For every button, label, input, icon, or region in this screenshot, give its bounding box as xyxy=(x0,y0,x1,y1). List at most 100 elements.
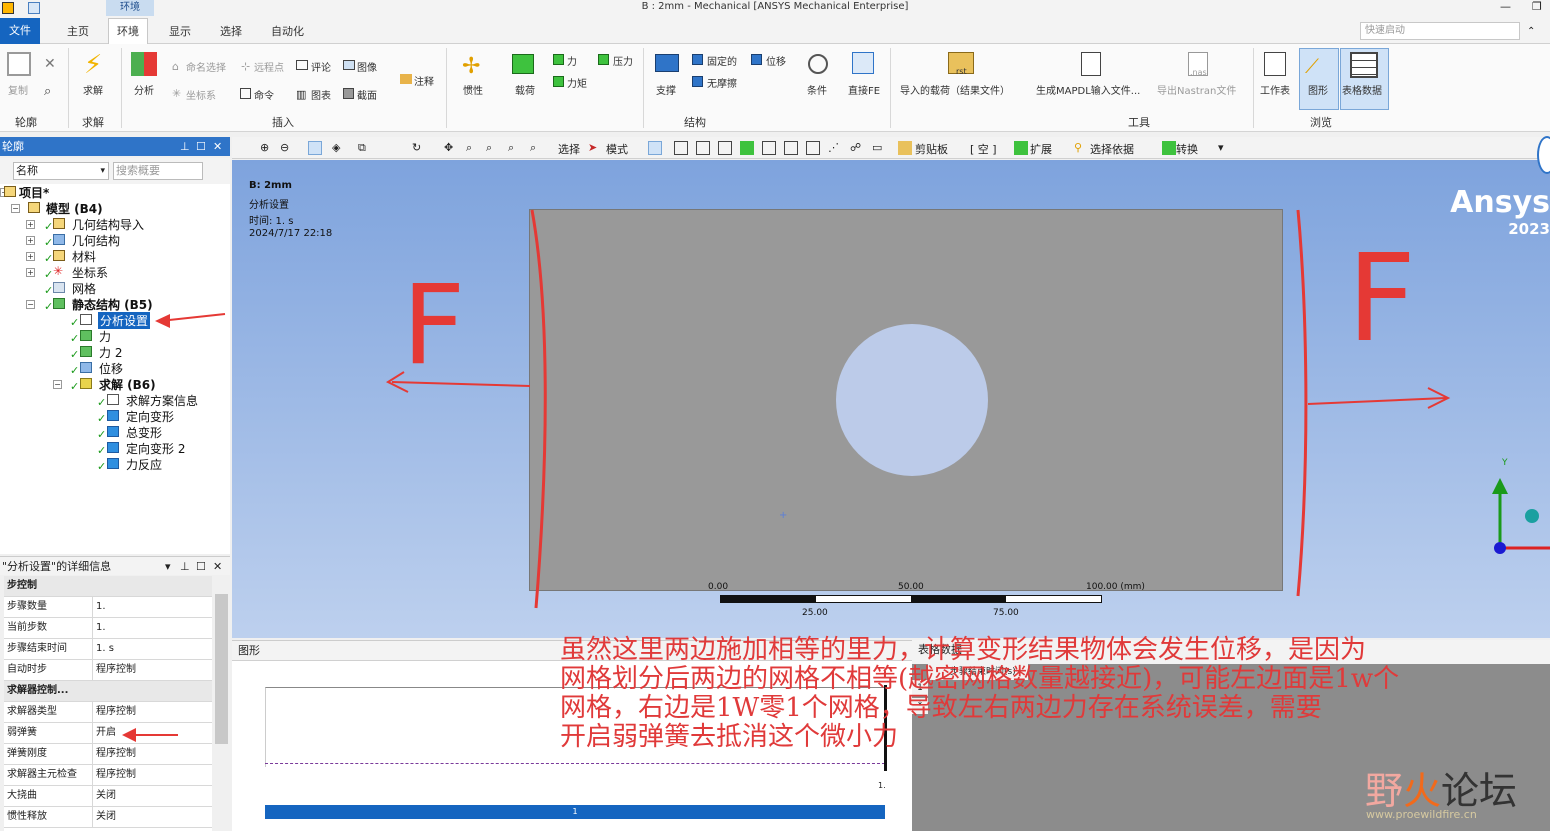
select-body-icon[interactable] xyxy=(718,141,732,155)
select-node-icon[interactable] xyxy=(740,141,754,155)
filter-select[interactable]: 名称 ▾ xyxy=(13,162,109,180)
details-value[interactable]: 程序控制 xyxy=(92,660,136,680)
timeline-bar[interactable]: 1 xyxy=(265,805,885,819)
save-icon[interactable] xyxy=(28,2,40,14)
chart-button[interactable]: 图表 xyxy=(311,87,331,102)
details-row[interactable]: 弹簧刚度 程序控制 xyxy=(4,744,212,765)
cube-icon[interactable] xyxy=(308,141,322,155)
details-scrollbar[interactable] xyxy=(213,576,230,831)
close-icon[interactable]: ✕ xyxy=(44,56,56,72)
pin-icon[interactable]: ⊥ xyxy=(180,137,190,156)
loads-button[interactable]: 载荷 xyxy=(515,82,535,97)
details-row[interactable]: 当前步数 1. xyxy=(4,618,212,639)
magnifier-icon[interactable]: ⌕ xyxy=(530,141,544,155)
tabular-data-button[interactable]: 表格数据 xyxy=(1342,82,1382,97)
viewport-side-button[interactable] xyxy=(1537,136,1550,174)
analysis-button[interactable]: 分析 xyxy=(134,82,154,97)
export-nastran-button[interactable]: 导出Nastran文件 xyxy=(1157,82,1236,97)
graphics-viewport[interactable]: B: 2mm 分析设置 时间: 1. s 2024/7/17 22:18 Ans… xyxy=(232,160,1550,638)
minimize-icon[interactable]: — xyxy=(1500,0,1511,13)
details-value[interactable]: 程序控制 xyxy=(92,744,136,764)
select-face-icon[interactable] xyxy=(696,141,710,155)
solve-button[interactable]: 求解 xyxy=(83,82,103,97)
clipboard-button[interactable]: 剪贴板 xyxy=(915,141,948,157)
convert-dropdown[interactable]: 转换 xyxy=(1176,141,1198,157)
details-row[interactable]: 求解器主元检查 程序控制 xyxy=(4,765,212,786)
details-row[interactable]: 大挠曲 关闭 xyxy=(4,786,212,807)
inertial-icon[interactable]: ✢ xyxy=(462,54,480,79)
zoom-in-icon[interactable]: ⌕ xyxy=(466,141,480,155)
loads-icon[interactable] xyxy=(512,54,534,74)
chevron-up-icon[interactable]: ⌃ xyxy=(1527,26,1535,37)
iso-icon[interactable]: ◈ xyxy=(332,141,346,155)
direct-fe-button[interactable]: 直接FE xyxy=(848,82,880,97)
details-value[interactable]: 1. xyxy=(92,597,106,617)
mapdl-icon[interactable] xyxy=(1081,52,1101,76)
details-row[interactable]: 惯性释放 关闭 xyxy=(4,807,212,828)
mode-dropdown[interactable]: 模式 xyxy=(606,141,628,157)
annotation-button[interactable]: 注释 xyxy=(414,73,434,88)
restore-icon[interactable]: ❐ xyxy=(1532,0,1542,13)
details-value[interactable]: 1. s xyxy=(92,639,114,659)
details-row[interactable]: 步骤数量 1. xyxy=(4,597,212,618)
details-value[interactable]: 程序控制 xyxy=(92,765,136,785)
search-icon[interactable]: ⌕ xyxy=(44,84,51,99)
pan-icon[interactable]: ✥ xyxy=(444,141,458,155)
select-button[interactable]: 选择 xyxy=(558,141,580,157)
label-icon[interactable]: ▭ xyxy=(872,141,886,155)
pointer-icon[interactable]: ➤ xyxy=(588,141,602,155)
supports-button[interactable]: 支撑 xyxy=(656,82,676,97)
details-value[interactable]: 关闭 xyxy=(92,807,116,827)
tab-file[interactable]: 文件 xyxy=(0,18,40,44)
details-row[interactable]: 求解器类型 程序控制 xyxy=(4,702,212,723)
displacement-button[interactable]: 位移 xyxy=(766,53,786,68)
extend-dropdown[interactable]: 扩展 xyxy=(1030,141,1052,157)
tab-selection[interactable]: 选择 xyxy=(220,23,242,39)
comment-button[interactable]: 评论 xyxy=(311,59,331,74)
select-element-face-icon[interactable] xyxy=(762,141,776,155)
details-value[interactable]: 关闭 xyxy=(92,786,116,806)
analysis-icon[interactable] xyxy=(131,52,157,76)
select-mesh-icon[interactable] xyxy=(806,141,820,155)
details-row[interactable]: 步骤结束时间 1. s xyxy=(4,639,212,660)
fit-icon[interactable]: ⧉ xyxy=(358,141,372,155)
more-icon[interactable]: ▾ xyxy=(1218,141,1224,154)
tab-home[interactable]: 主页 xyxy=(67,23,89,39)
image-button[interactable]: 图像 xyxy=(357,59,377,74)
direct-fe-icon[interactable] xyxy=(852,52,874,74)
graph-button[interactable]: 图形 xyxy=(1308,82,1328,97)
zoom-fit-icon[interactable]: ⊕ xyxy=(260,141,274,155)
chevron-down-icon[interactable]: ▾ xyxy=(165,557,171,576)
inertial-button[interactable]: 惯性 xyxy=(463,82,483,97)
select-edge-icon[interactable] xyxy=(674,141,688,155)
tab-automation[interactable]: 自动化 xyxy=(271,23,304,39)
maximize-icon[interactable]: ☐ xyxy=(196,137,206,156)
tab-display[interactable]: 显示 xyxy=(169,23,191,39)
select-element-icon[interactable] xyxy=(784,141,798,155)
zoom-box-icon[interactable]: ⌕ xyxy=(486,141,500,155)
details-category-row[interactable]: 步控制 xyxy=(4,576,212,597)
zoom-fit-all-icon[interactable]: ⌕ xyxy=(508,141,522,155)
copy-button[interactable]: 复制 xyxy=(8,82,28,97)
pin-icon[interactable]: ⊥ xyxy=(180,557,190,576)
details-row[interactable]: 自动时步 程序控制 xyxy=(4,660,212,681)
visibility-icon[interactable]: ☍ xyxy=(850,141,864,155)
quick-launch-input[interactable]: 快速启动 xyxy=(1360,22,1520,40)
worksheet-icon[interactable] xyxy=(1264,52,1286,76)
worksheet-button[interactable]: 工作表 xyxy=(1260,82,1290,97)
select-vertex-icon[interactable] xyxy=(648,141,662,155)
command-button[interactable]: 命令 xyxy=(254,87,274,102)
force-button[interactable]: 力 xyxy=(567,53,577,68)
maximize-icon[interactable]: ☐ xyxy=(196,557,206,576)
conditions-button[interactable]: 条件 xyxy=(807,82,827,97)
supports-icon[interactable] xyxy=(655,54,679,72)
lightning-icon[interactable]: ⚡ xyxy=(84,50,102,80)
pressure-button[interactable]: 压力 xyxy=(613,53,633,68)
generate-mapdl-button[interactable]: 生成MAPDL输入文件... xyxy=(1036,82,1140,97)
close-panel-icon[interactable]: ✕ xyxy=(213,557,222,576)
rotate-icon[interactable]: ↻ xyxy=(412,141,426,155)
tab-environment[interactable]: 环境 xyxy=(108,18,148,45)
zoom-icon[interactable]: ⊖ xyxy=(280,141,294,155)
remote-point-button[interactable]: 远程点 xyxy=(254,59,284,74)
outline-search-input[interactable]: 搜索概要 xyxy=(113,162,203,180)
